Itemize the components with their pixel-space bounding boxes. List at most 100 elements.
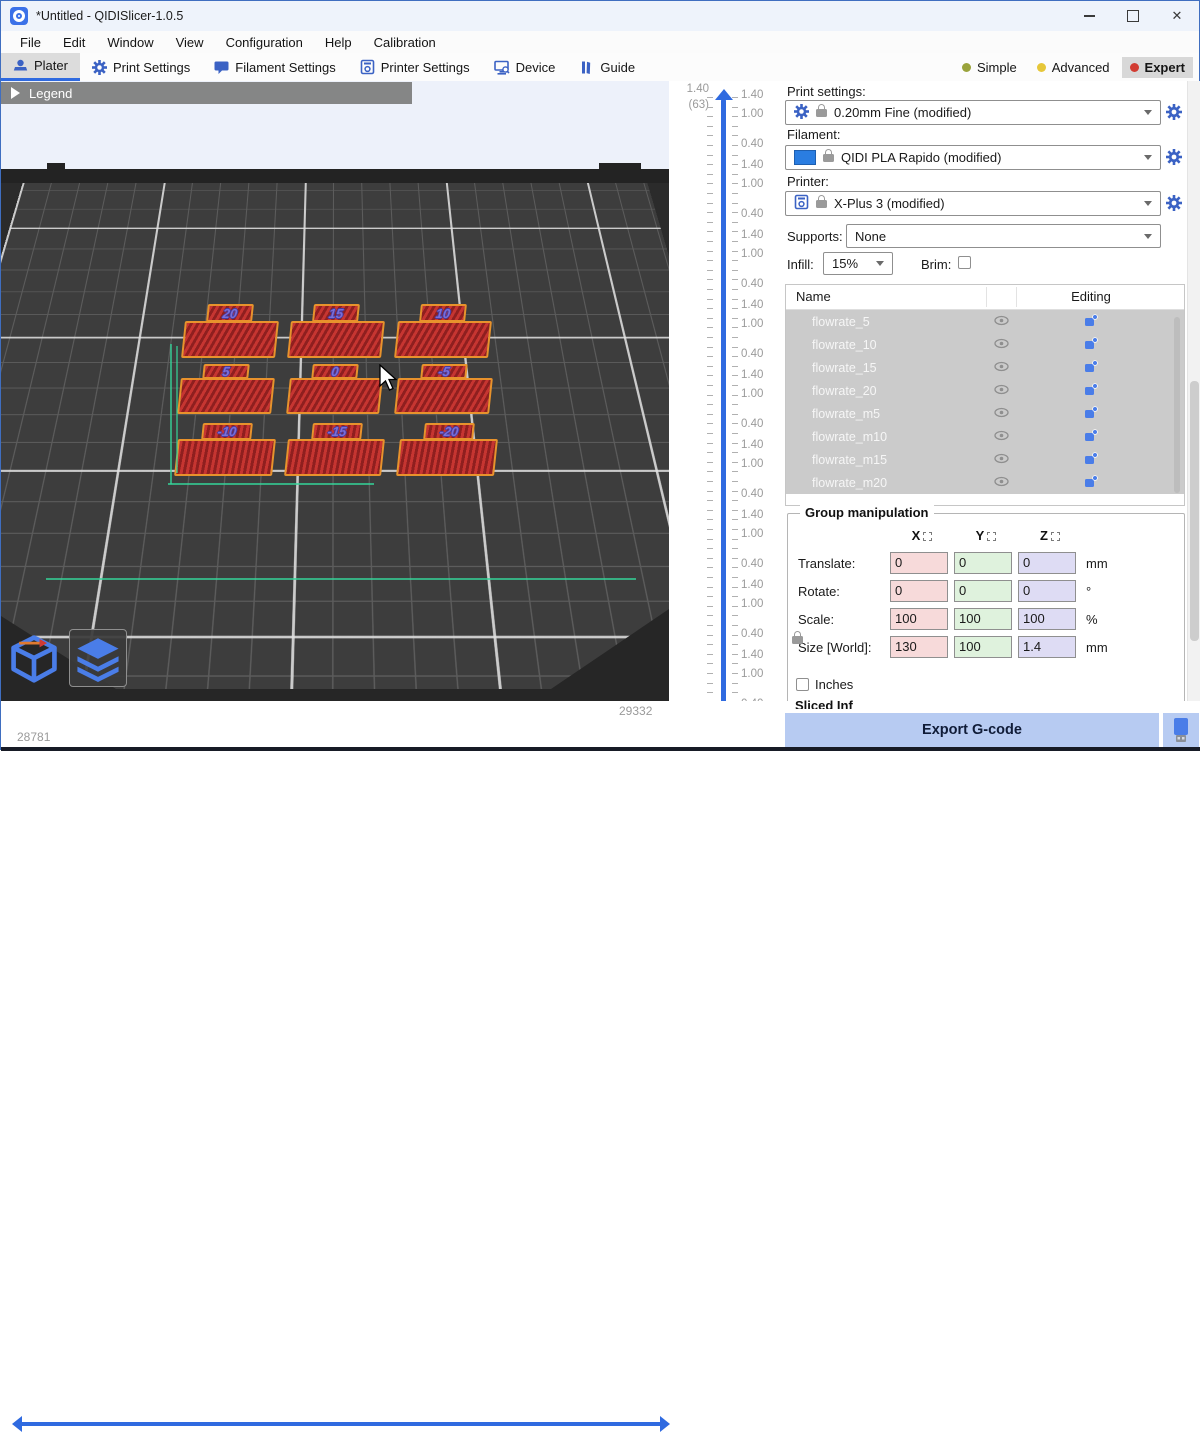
layer-tick (732, 116, 738, 117)
object-row-flowrate_m20[interactable]: flowrate_m20 (786, 471, 1184, 494)
editing-icon[interactable] (1084, 429, 1098, 446)
eye-visibility-icon[interactable] (994, 407, 1009, 421)
infill-combo[interactable]: 15% (823, 252, 893, 275)
menu-bar: FileEditWindowViewConfigurationHelpCalib… (1, 31, 1199, 53)
axis-frame-icon (923, 532, 932, 541)
scale-lock-icon[interactable] (792, 636, 803, 644)
brim-checkbox[interactable] (958, 256, 971, 269)
tab-filament-settings[interactable]: Filament Settings (202, 53, 347, 81)
print-settings-gear-button[interactable] (1165, 103, 1183, 121)
editing-icon[interactable] (1084, 383, 1098, 400)
mode-button-simple[interactable]: Simple (954, 57, 1025, 78)
group-row-unit: % (1086, 612, 1098, 627)
print-preset-combo[interactable]: 0.20mm Fine (modified) (785, 100, 1161, 125)
mode-button-expert[interactable]: Expert (1122, 57, 1193, 78)
menu-item-view[interactable]: View (165, 31, 215, 53)
editing-column-header[interactable]: Editing (1041, 289, 1141, 304)
eye-visibility-icon[interactable] (994, 476, 1009, 490)
layer-tick (707, 577, 713, 578)
tab-plater[interactable]: Plater (1, 53, 80, 81)
menu-item-file[interactable]: File (9, 31, 52, 53)
filament-preset-combo[interactable]: QIDI PLA Rapido (modified) (785, 145, 1161, 170)
object-row-flowrate_20[interactable]: flowrate_20 (786, 379, 1184, 402)
eye-visibility-icon[interactable] (994, 384, 1009, 398)
menu-item-edit[interactable]: Edit (52, 31, 96, 53)
moves-slider-right-arrow[interactable] (660, 1416, 670, 1432)
tab-label: Device (516, 60, 556, 75)
infill-label: Infill: (787, 257, 814, 272)
object-row-flowrate_5[interactable]: flowrate_5 (786, 310, 1184, 333)
eye-visibility-icon[interactable] (994, 361, 1009, 375)
export-gcode-button[interactable]: Export G-code (785, 713, 1159, 747)
eye-visibility-icon[interactable] (994, 453, 1009, 467)
eye-visibility-icon[interactable] (994, 315, 1009, 329)
layer-tick (707, 587, 713, 588)
group-field-x[interactable]: 0 (890, 552, 948, 574)
layer-slider-upper-thumb[interactable] (715, 89, 733, 100)
menu-item-help[interactable]: Help (314, 31, 363, 53)
menu-item-calibration[interactable]: Calibration (363, 31, 447, 53)
editing-icon[interactable] (1084, 475, 1098, 492)
tab-label: Plater (34, 58, 68, 73)
menu-item-configuration[interactable]: Configuration (215, 31, 314, 53)
object-row-flowrate_m15[interactable]: flowrate_m15 (786, 448, 1184, 471)
panel-scrollbar[interactable] (1187, 81, 1200, 701)
editing-icon[interactable] (1084, 452, 1098, 469)
layer-slider-bar[interactable] (721, 99, 726, 713)
printer-preset-combo[interactable]: X-Plus 3 (modified) (785, 191, 1161, 216)
layer-tick (732, 366, 738, 367)
export-to-sd-button[interactable] (1163, 713, 1199, 747)
layer-tick (732, 155, 738, 156)
flowrate-value-label: 0 (331, 364, 340, 379)
group-row-label: Rotate: (798, 584, 890, 599)
group-field-y[interactable]: 100 (954, 636, 1012, 658)
group-field-z[interactable]: 0 (1018, 580, 1076, 602)
eye-visibility-icon[interactable] (994, 430, 1009, 444)
close-button[interactable]: ✕ (1155, 1, 1199, 31)
group-field-z[interactable]: 0 (1018, 552, 1076, 574)
object-row-flowrate_10[interactable]: flowrate_10 (786, 333, 1184, 356)
legend-bar[interactable]: Legend (1, 82, 412, 104)
menu-item-window[interactable]: Window (96, 31, 164, 53)
panel-scrollbar-thumb[interactable] (1190, 381, 1199, 641)
tab-print-settings[interactable]: Print Settings (80, 53, 202, 81)
mode-button-advanced[interactable]: Advanced (1029, 57, 1118, 78)
supports-combo[interactable]: None (846, 224, 1161, 248)
object-row-flowrate_15[interactable]: flowrate_15 (786, 356, 1184, 379)
group-field-x[interactable]: 0 (890, 580, 948, 602)
object-row-flowrate_m10[interactable]: flowrate_m10 (786, 425, 1184, 448)
layer-height-tick-label: 1.00 (741, 108, 763, 120)
object-list-scrollbar[interactable] (1174, 317, 1180, 493)
maximize-button[interactable] (1111, 1, 1155, 31)
group-field-y[interactable]: 100 (954, 608, 1012, 630)
moves-slider-left-arrow[interactable] (12, 1416, 22, 1432)
group-field-z[interactable]: 100 (1018, 608, 1076, 630)
tab-printer-settings[interactable]: Printer Settings (348, 53, 482, 81)
layer-tick (707, 423, 713, 424)
preview-layers-view-button[interactable] (69, 629, 127, 687)
tab-guide[interactable]: Guide (567, 53, 647, 81)
name-column-header[interactable]: Name (796, 289, 831, 304)
editing-icon[interactable] (1084, 360, 1098, 377)
group-field-x[interactable]: 130 (890, 636, 948, 658)
layer-tick (732, 203, 738, 204)
moves-slider-bar[interactable] (21, 1422, 661, 1426)
group-field-y[interactable]: 0 (954, 552, 1012, 574)
group-field-y[interactable]: 0 (954, 580, 1012, 602)
object-row-flowrate_m5[interactable]: flowrate_m5 (786, 402, 1184, 425)
3d-editor-view-button[interactable] (5, 629, 63, 687)
filament-settings-gear-button[interactable] (1165, 148, 1183, 166)
layer-tick (707, 308, 713, 309)
tab-device[interactable]: Device (482, 53, 568, 81)
editing-icon[interactable] (1084, 337, 1098, 354)
3d-viewport[interactable]: 20151050-5-10-15-20 Legend (1, 81, 669, 701)
editing-icon[interactable] (1084, 406, 1098, 423)
layer-tick (707, 97, 713, 98)
group-field-z[interactable]: 1.4 (1018, 636, 1076, 658)
inches-checkbox[interactable] (796, 678, 809, 691)
group-field-x[interactable]: 100 (890, 608, 948, 630)
printer-settings-gear-button[interactable] (1165, 194, 1183, 212)
eye-visibility-icon[interactable] (994, 338, 1009, 352)
minimize-button[interactable] (1067, 1, 1111, 31)
editing-icon[interactable] (1084, 314, 1098, 331)
